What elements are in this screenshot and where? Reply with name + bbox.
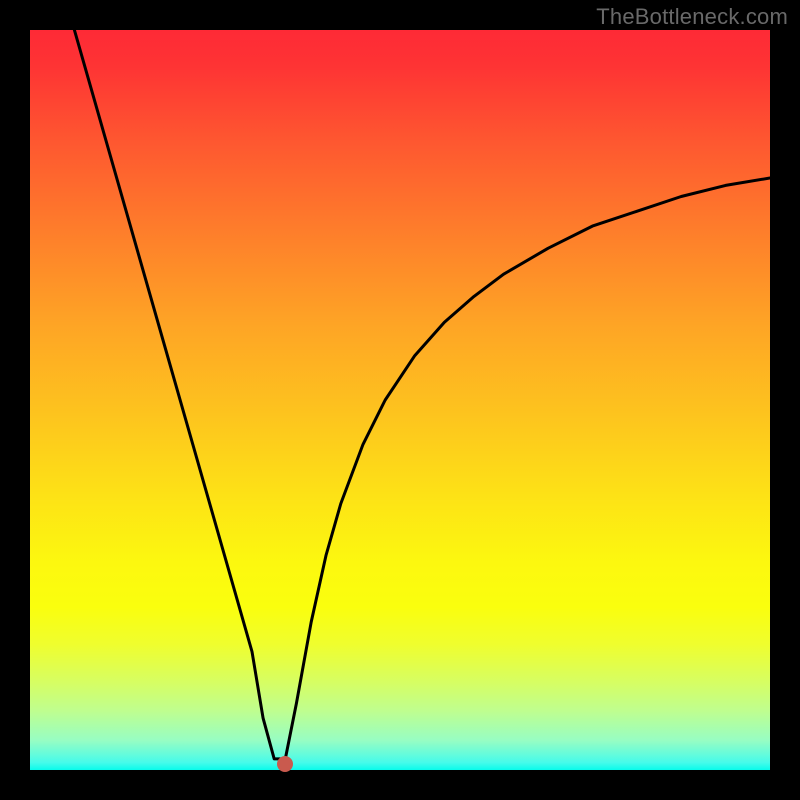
- watermark-text: TheBottleneck.com: [596, 4, 788, 30]
- chart-frame: TheBottleneck.com: [0, 0, 800, 800]
- chart-curve: [30, 30, 770, 770]
- chart-marker-dot: [277, 756, 293, 772]
- chart-plot-area: [30, 30, 770, 770]
